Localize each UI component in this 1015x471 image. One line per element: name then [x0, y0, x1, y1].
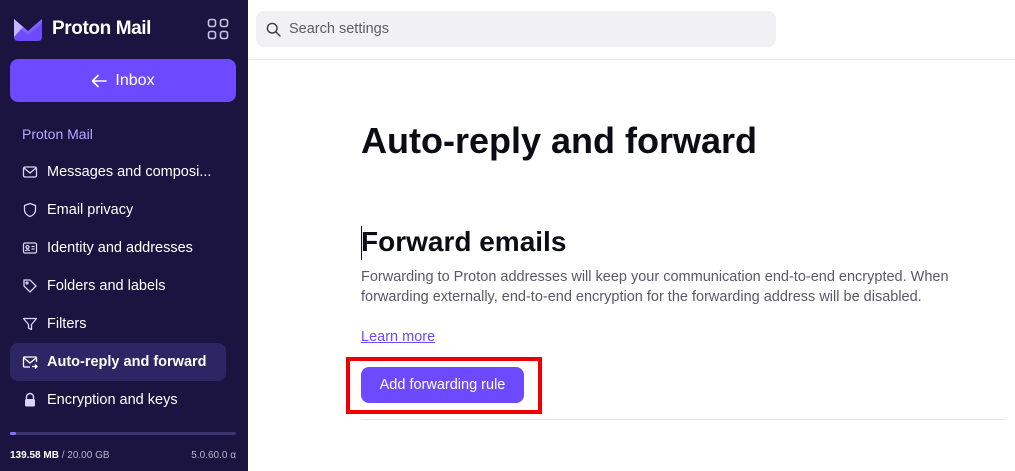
brand-name: Proton Mail [52, 18, 152, 39]
storage-progress-fill [10, 432, 16, 435]
sidebar-item-email-privacy[interactable]: Email privacy [10, 191, 226, 229]
sidebar-item-label: Auto-reply and forward [47, 354, 207, 370]
storage-separator: / [58, 450, 68, 461]
id-card-icon [22, 242, 38, 254]
lock-icon [25, 392, 35, 407]
app-switcher-icon[interactable] [207, 18, 229, 40]
sidebar-item-identity-and-addresses[interactable]: Identity and addresses [10, 229, 226, 267]
search-input[interactable] [289, 21, 759, 37]
sidebar-item-label: Messages and composi... [47, 164, 212, 180]
search-icon [266, 22, 281, 37]
settings-content: Auto-reply and forward Forward emails Fo… [248, 60, 1015, 471]
tag-icon [23, 279, 37, 293]
search-box[interactable] [256, 11, 776, 47]
sidebar-item-label: Filters [47, 316, 87, 332]
proton-mail-logo-icon [14, 19, 42, 41]
sidebar-item-label: Encryption and keys [47, 392, 178, 408]
storage-used: 139.58 MB [10, 450, 59, 461]
sidebar-item-encryption-and-keys[interactable]: Encryption and keys [10, 381, 226, 419]
top-bar [248, 0, 1015, 60]
sidebar-item-label: Folders and labels [47, 278, 166, 294]
app-version[interactable]: 5.0.60.0 α [191, 450, 236, 461]
envelope-icon [22, 166, 38, 178]
envelope-forward-icon [22, 356, 38, 369]
storage-progress-bar [10, 432, 236, 435]
shield-icon [23, 202, 37, 218]
sidebar-item-label: Identity and addresses [47, 240, 193, 256]
section-title: Forward emails [361, 226, 567, 257]
inbox-button-label: Inbox [115, 71, 155, 89]
storage-total: 20.00 GB [67, 450, 110, 461]
filter-icon [22, 317, 38, 331]
brand-logo[interactable]: Proton Mail [14, 16, 151, 42]
sidebar-item-messages-and-composing[interactable]: Messages and composi... [10, 153, 226, 191]
sidebar-item-folders-and-labels[interactable]: Folders and labels [10, 267, 226, 305]
settings-nav: Messages and composi... Email privacy Id… [10, 153, 226, 419]
sidebar-item-filters[interactable]: Filters [10, 305, 226, 343]
add-forwarding-rule-button[interactable]: Add forwarding rule [361, 367, 524, 403]
learn-more-link[interactable]: Learn more [361, 327, 435, 347]
page-title: Auto-reply and forward [361, 120, 758, 161]
sidebar-item-auto-reply-and-forward[interactable]: Auto-reply and forward [10, 343, 226, 381]
sidebar-section-label: Proton Mail [22, 126, 93, 142]
section-divider [361, 419, 1006, 420]
sidebar: Proton Mail Inbox Proton Mail Messages a… [0, 0, 248, 471]
section-description: Forwarding to Proton addresses will keep… [361, 269, 949, 305]
sidebar-item-label: Email privacy [47, 202, 134, 218]
arrow-left-icon [92, 74, 108, 87]
inbox-button[interactable]: Inbox [10, 59, 236, 102]
storage-usage[interactable]: 139.58 MB / 20.00 GB [10, 450, 110, 461]
